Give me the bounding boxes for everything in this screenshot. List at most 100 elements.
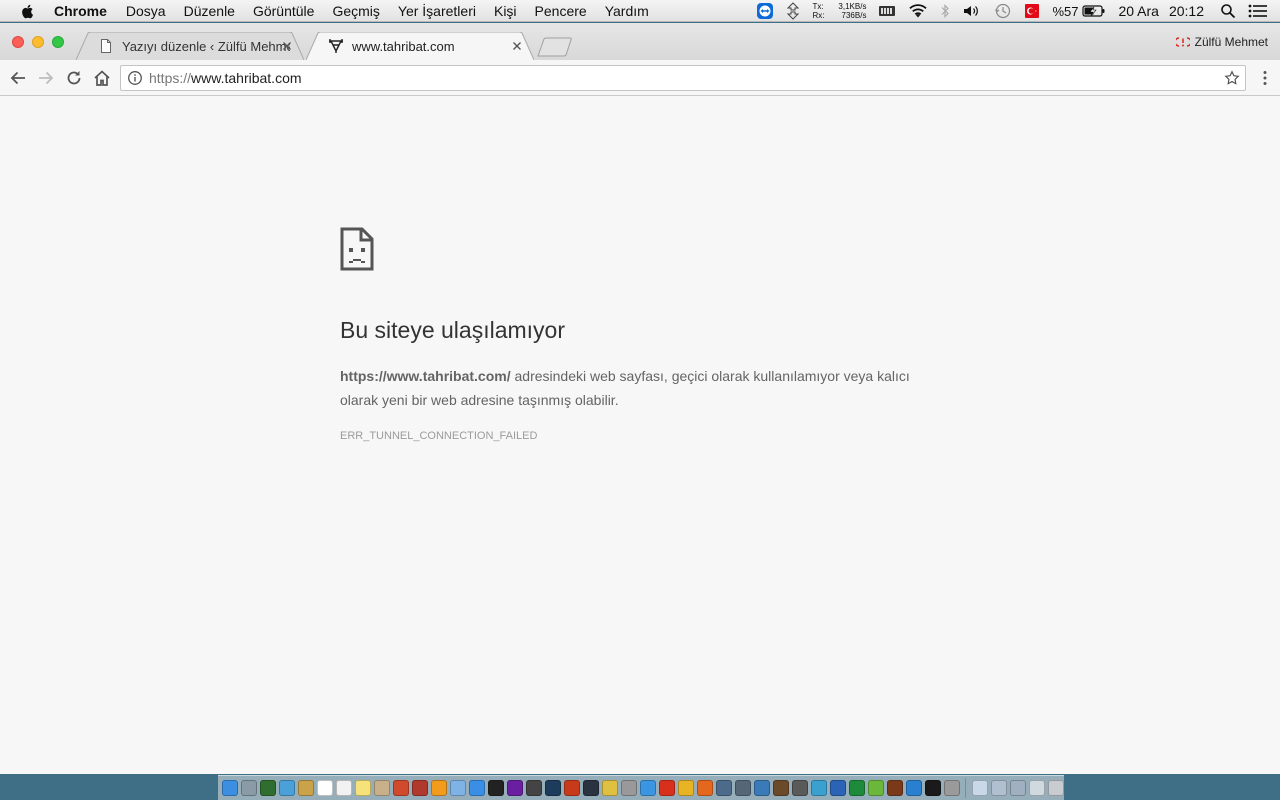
dock-app-22-icon[interactable] [620,780,637,796]
menu-yardim[interactable]: Yardım [605,3,649,19]
menu-bar: Chrome Dosya Düzenle Görüntüle Geçmiş Ye… [0,0,1280,22]
dock-app-24-icon[interactable] [658,780,675,796]
dock-app-30-icon[interactable] [772,780,789,796]
error-title: Bu siteye ulaşılamıyor [340,317,565,343]
dock-app-41-icon[interactable] [990,780,1007,796]
menu-pencere[interactable]: Pencere [535,3,587,19]
dock-app-15-icon[interactable] [487,780,504,796]
dock-app-42-icon[interactable] [1009,780,1026,796]
window-minimize-button[interactable] [32,36,44,48]
page-content: Bu siteye ulaşılamıyor https://www.tahri… [0,96,1280,774]
browser-toolbar: https://www.tahribat.com [0,60,1280,96]
dock-app-28-icon[interactable] [734,780,751,796]
window-close-button[interactable] [12,36,24,48]
profile-button[interactable]: Zülfü Mehmet [1175,35,1268,49]
reload-icon[interactable] [64,68,84,88]
time-machine-icon[interactable] [994,2,1012,20]
apple-menu-icon[interactable] [20,3,36,19]
dock-app-39-icon[interactable] [943,780,960,796]
bookmark-star-icon[interactable] [1224,70,1240,86]
sad-page-icon [340,227,374,271]
dock-app-16-icon[interactable] [506,780,523,796]
menu-duzenle[interactable]: Düzenle [184,3,235,19]
dock-preview-icon[interactable] [971,780,988,796]
site-info-icon[interactable] [127,70,143,86]
dock-app-29-icon[interactable] [753,780,770,796]
dock-app-37-icon[interactable] [905,780,922,796]
error-code: ERR_TUNNEL_CONNECTION_FAILED [340,430,538,442]
rx-value: 736B/s [841,11,867,20]
memory-meter-icon[interactable] [878,4,896,18]
error-description: https://www.tahribat.com/ adresindeki we… [340,364,940,412]
tab-title: www.tahribat.com [352,38,455,54]
dock-app-43-icon[interactable] [1028,780,1045,796]
volume-icon[interactable] [962,3,982,19]
back-arrow-icon[interactable] [8,68,28,88]
dock-app-36-icon[interactable] [886,780,903,796]
window-maximize-button[interactable] [52,36,64,48]
dock-photoshop-icon[interactable] [544,780,561,796]
menu-dosya[interactable]: Dosya [126,3,166,19]
menu-gecmis[interactable]: Geçmiş [332,3,379,19]
dock-itunes-icon[interactable] [449,780,466,796]
dock-terminal-icon[interactable] [924,780,941,796]
dock-chrome-icon[interactable] [677,780,694,796]
dock-app-11-icon[interactable] [411,780,428,796]
clock-time[interactable]: 20:12 [1169,3,1204,19]
dock-app-27-icon[interactable] [715,780,732,796]
chrome-menu-icon[interactable] [1262,70,1268,86]
dock-trash-icon[interactable] [1047,780,1064,796]
clock-date[interactable]: 20 Ara [1118,3,1158,19]
dock-app-10-icon[interactable] [392,780,409,796]
dock-app-7-icon[interactable] [335,780,352,796]
forward-arrow-icon[interactable] [36,68,56,88]
dock-app-21-icon[interactable] [601,780,618,796]
network-meter[interactable]: Tx: Rx: 3,1KB/s 736B/s [812,2,866,20]
tab-edit-post[interactable]: Yazıyı düzenle ‹ Zülfü Mehmet [76,32,304,60]
home-icon[interactable] [92,68,112,88]
address-bar[interactable]: https://www.tahribat.com [120,65,1246,91]
dock-app-3-icon[interactable] [259,780,276,796]
spotlight-icon[interactable] [1220,3,1236,19]
dock-app-32-icon[interactable] [810,780,827,796]
notification-center-icon[interactable] [1248,4,1268,18]
tx-value: 3,1KB/s [838,2,867,11]
tab-close-icon[interactable] [510,39,524,53]
dock-safari-icon[interactable] [639,780,656,796]
tab-close-icon[interactable] [280,39,294,53]
dock-app-17-icon[interactable] [525,780,542,796]
error-url: https://www.tahribat.com/ [340,368,511,384]
dock-calendar-icon[interactable] [316,780,333,796]
dock-utorrent-icon[interactable] [867,780,884,796]
dock-finder-icon[interactable] [221,780,238,796]
dock-launchpad-icon[interactable] [240,780,257,796]
dock-app-5-icon[interactable] [297,780,314,796]
dock-notes-icon[interactable] [354,780,371,796]
bluetooth-icon[interactable] [940,3,950,19]
battery-percent[interactable]: %57 [1052,4,1078,19]
profile-name: Zülfü Mehmet [1194,35,1268,49]
dock-firefox-icon[interactable] [696,780,713,796]
tab-tahribat[interactable]: www.tahribat.com [306,32,534,60]
new-tab-button[interactable] [536,37,574,57]
teamviewer-icon[interactable] [756,2,774,20]
turkish-input-flag-icon[interactable] [1024,3,1040,19]
network-arrows-icon [786,2,800,20]
menu-yer-isaretleri[interactable]: Yer İşaretleri [398,3,476,19]
dock-lightroom-icon[interactable] [582,780,599,796]
menu-goruntule[interactable]: Görüntüle [253,3,314,19]
dock-app-9-icon[interactable] [373,780,390,796]
dock-excel-icon[interactable] [848,780,865,796]
battery-charging-icon[interactable] [1082,4,1106,18]
dock-word-icon[interactable] [829,780,846,796]
dock-app-4-icon[interactable] [278,780,295,796]
dock-app-store-icon[interactable] [468,780,485,796]
chrome-window: Yazıyı düzenle ‹ Zülfü Mehmet www.tahrib… [0,23,1280,774]
wifi-icon[interactable] [908,3,928,19]
menu-app-name[interactable]: Chrome [54,3,107,19]
dock-app-12-icon[interactable] [430,780,447,796]
dock-app-31-icon[interactable] [791,780,808,796]
menu-kisi[interactable]: Kişi [494,3,517,19]
dock-app-19-icon[interactable] [563,780,580,796]
address-text[interactable]: https://www.tahribat.com [149,70,1224,86]
